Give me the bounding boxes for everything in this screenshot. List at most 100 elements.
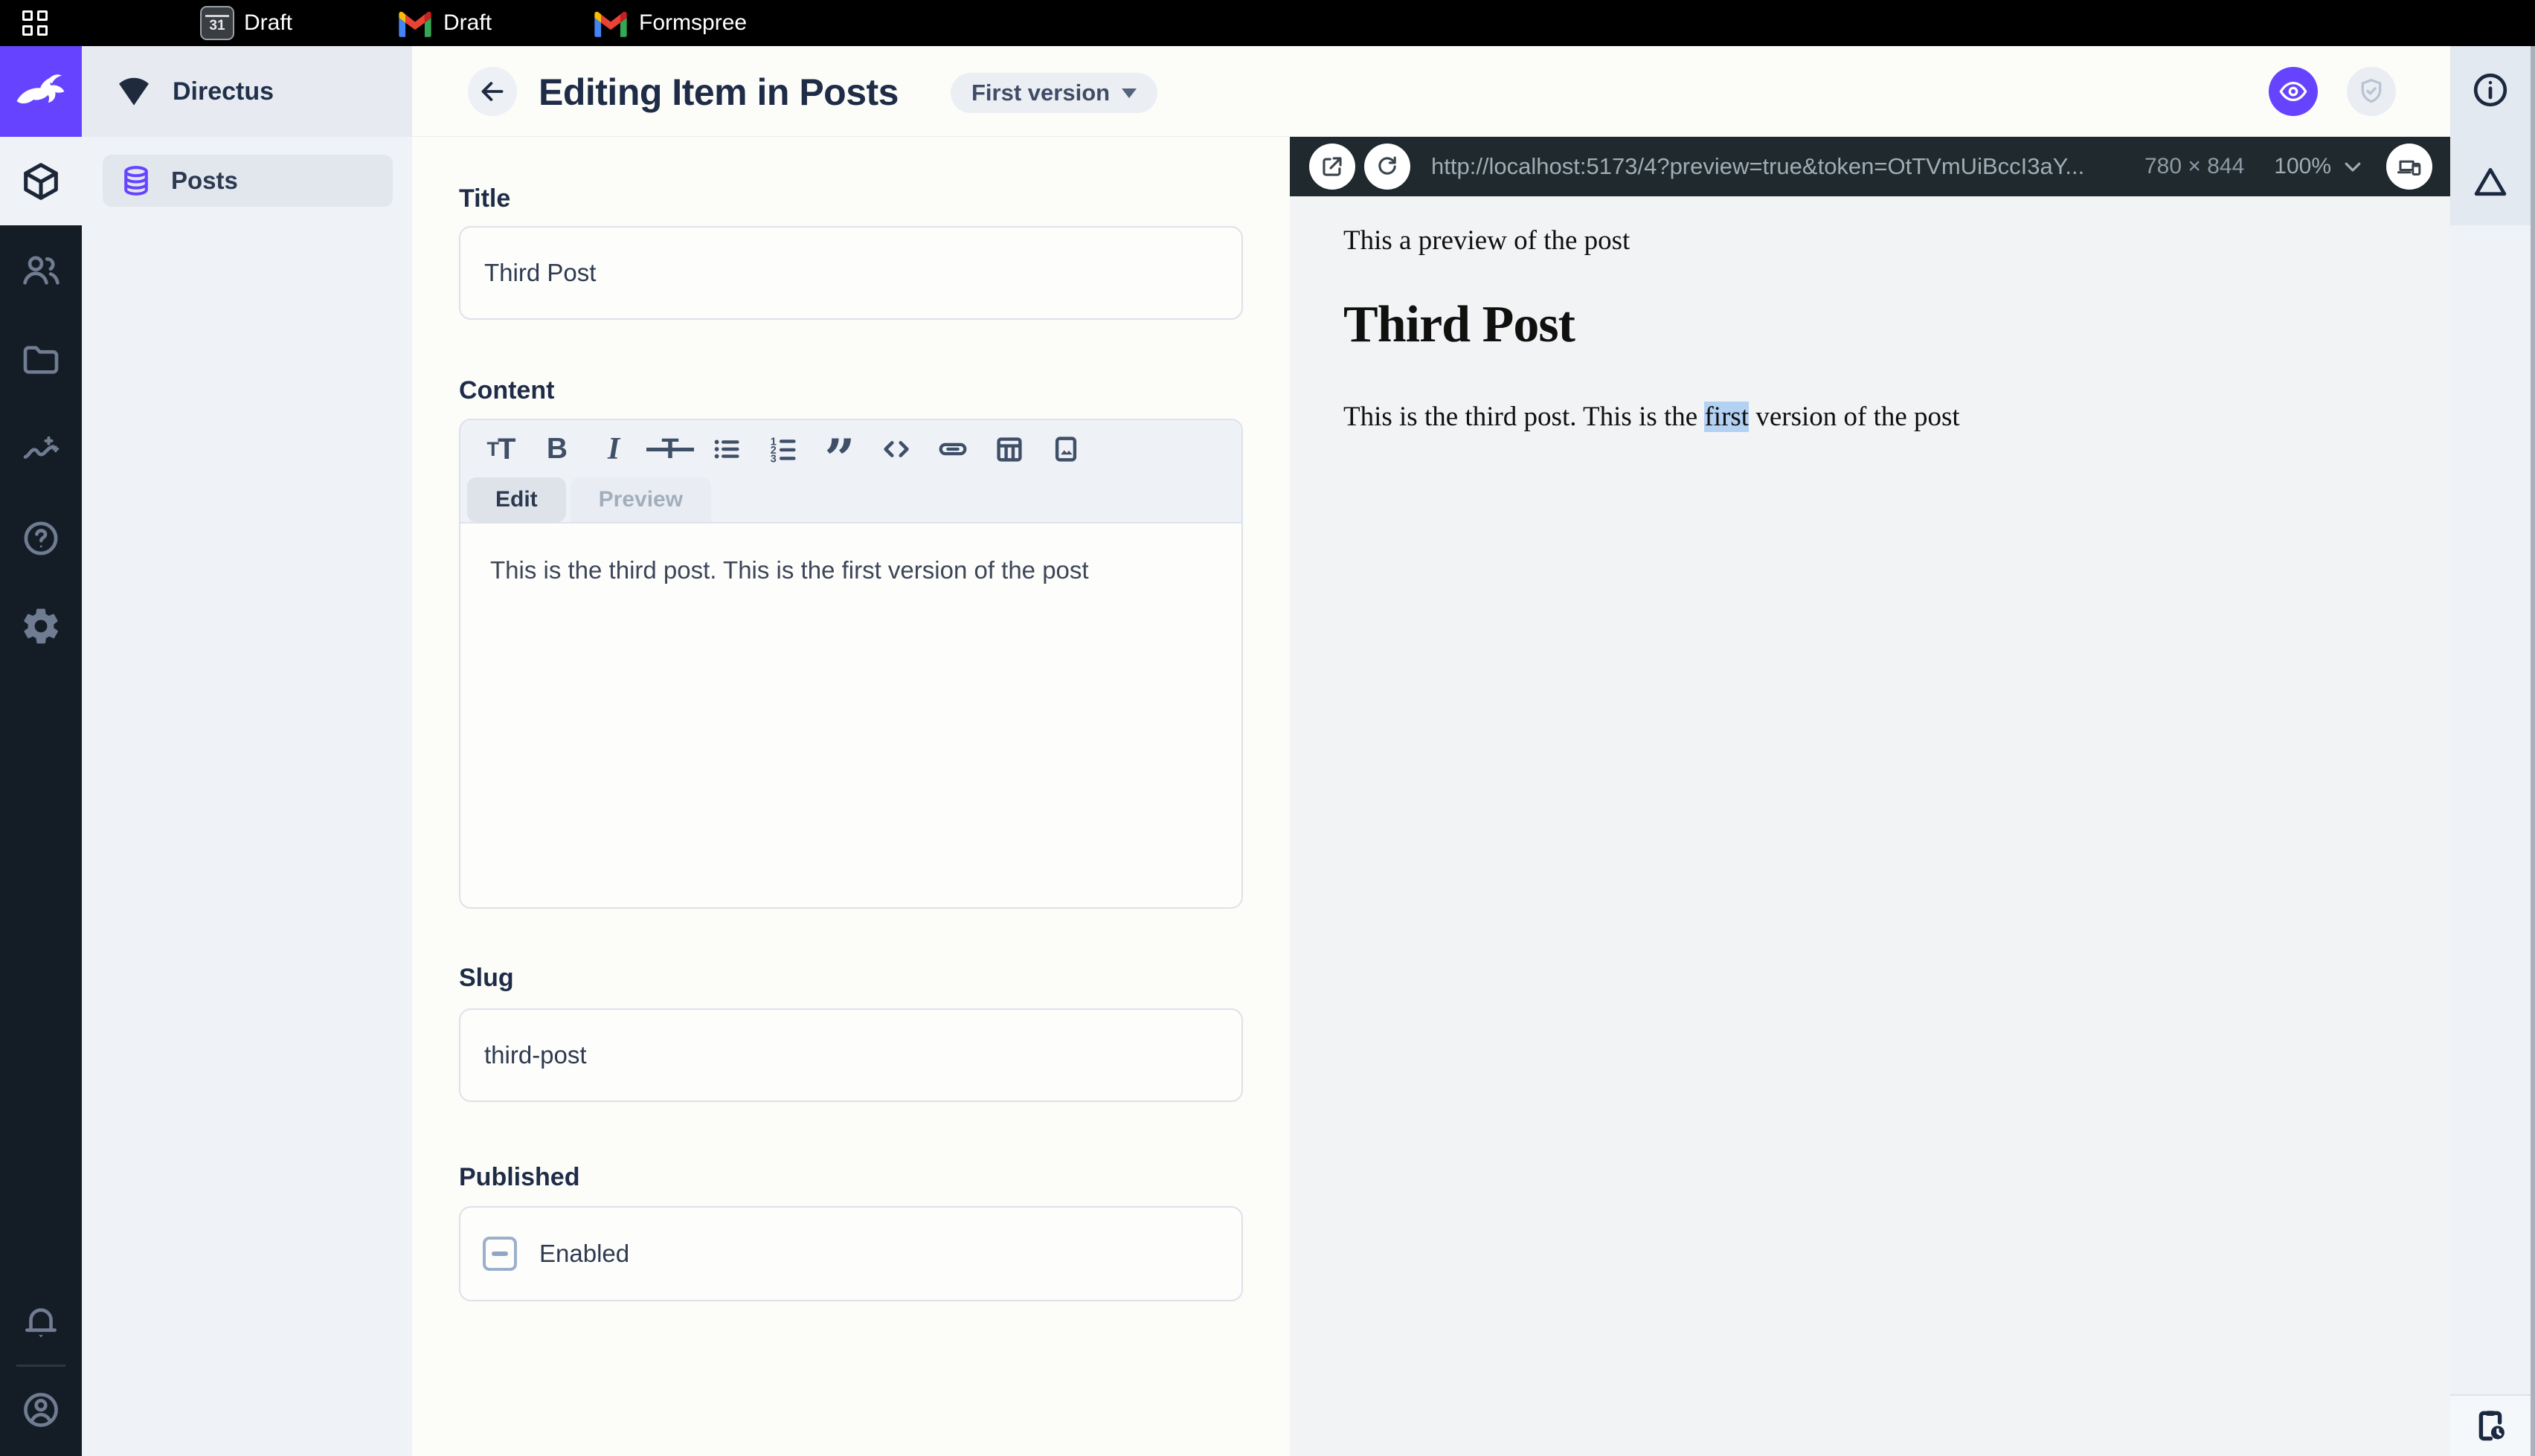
gmail-icon [594, 11, 627, 37]
live-preview-button[interactable] [2269, 67, 2318, 116]
gmail-icon [399, 11, 431, 37]
users-icon [23, 256, 60, 285]
right-sidebar-collapsed [2450, 46, 2535, 1456]
blockquote-icon[interactable]: ” [822, 428, 858, 486]
navigation-sidebar: Directus Posts [82, 46, 412, 1456]
editor-toolbar-area: TT B I T 1 2 3 ” Edit Preview [460, 420, 1241, 524]
warnings-button[interactable] [2450, 162, 2531, 202]
revisions-button[interactable] [2450, 1405, 2531, 1446]
back-button[interactable] [468, 67, 517, 116]
directus-logo-button[interactable] [0, 46, 82, 137]
link-icon[interactable] [935, 428, 971, 470]
svg-text:3: 3 [771, 453, 777, 465]
module-settings[interactable] [0, 605, 82, 647]
chevron-down-icon [1122, 88, 1137, 98]
topbar-tab-label: Draft [244, 10, 293, 35]
content-cube-icon [24, 162, 58, 200]
clipboard-clock-icon [2478, 1411, 2505, 1441]
module-insights[interactable] [0, 428, 82, 470]
title-field-label: Title [459, 184, 511, 213]
content-field-label: Content [459, 376, 555, 405]
module-content[interactable] [0, 137, 82, 225]
apps-grid-icon[interactable] [22, 10, 48, 36]
project-name: Directus [173, 77, 274, 106]
info-icon [2473, 73, 2507, 107]
account-button[interactable] [0, 1389, 82, 1431]
sidebar-item-label: Posts [171, 167, 238, 194]
topbar-tab-draft-calendar[interactable]: Draft [200, 6, 292, 40]
page-header: Editing Item in Posts First version [412, 46, 2450, 137]
version-label: First version [971, 80, 1111, 106]
published-checkbox-label: Enabled [539, 1240, 630, 1267]
italic-icon[interactable]: I [596, 428, 632, 470]
item-info-button[interactable] [2450, 70, 2531, 110]
project-header[interactable]: Directus [82, 46, 412, 137]
preview-post-heading: Third Post [1343, 296, 1575, 353]
strikethrough-icon[interactable]: T [646, 428, 694, 470]
bulleted-list-icon[interactable] [709, 428, 745, 470]
table-icon[interactable] [992, 428, 1027, 470]
permissions-button[interactable] [2347, 67, 2396, 116]
highlighted-text: first [1704, 402, 1750, 432]
preview-post-paragraph: This is the third post. This is the firs… [1343, 401, 2450, 433]
item-edit-form: Title Content TT B I T 1 2 [412, 137, 1290, 1456]
live-preview-pane: http://localhost:5173/4?preview=true&tok… [1290, 137, 2450, 1456]
image-icon[interactable] [1048, 428, 1084, 470]
insights-icon [23, 436, 60, 459]
device-size-button[interactable] [2386, 144, 2432, 190]
slug-field-label: Slug [459, 964, 514, 992]
editor-tabs: Edit Preview [467, 477, 712, 522]
shield-check-icon [2361, 79, 2382, 103]
gear-icon [24, 608, 58, 644]
project-logo-icon [119, 77, 149, 106]
slug-input[interactable] [459, 1008, 1243, 1102]
bold-icon[interactable]: B [539, 428, 575, 470]
refresh-preview-button[interactable] [1364, 144, 1410, 190]
arrow-left-icon [481, 82, 504, 101]
tab-preview[interactable]: Preview [570, 477, 712, 522]
os-top-bar: Draft Draft Formspree [0, 0, 2535, 46]
markdown-editor: TT B I T 1 2 3 ” Edit Preview This is th… [459, 419, 1243, 909]
preview-url-bar: http://localhost:5173/4?preview=true&tok… [1290, 137, 2450, 196]
published-field-label: Published [459, 1163, 580, 1191]
title-input[interactable] [459, 226, 1243, 320]
devices-icon [2397, 160, 2421, 175]
topbar-tab-draft-gmail[interactable]: Draft [396, 9, 492, 37]
help-icon [24, 521, 58, 555]
external-link-icon [1323, 157, 1342, 176]
format-size-icon[interactable]: TT [483, 428, 518, 470]
content-textarea[interactable]: This is the third post. This is the firs… [460, 524, 1241, 907]
user-avatar-icon [24, 1393, 58, 1427]
preview-zoom-control[interactable]: 100% [2274, 154, 2364, 179]
topbar-tab-label: Formspree [639, 10, 748, 35]
checkbox-indeterminate-icon[interactable] [483, 1237, 517, 1271]
module-users[interactable] [0, 250, 82, 291]
code-icon[interactable] [878, 428, 914, 470]
folder-icon [23, 346, 59, 374]
page-title: Editing Item in Posts [539, 71, 899, 113]
module-help[interactable] [0, 518, 82, 559]
paragraph-text: version of the post [1749, 402, 1960, 432]
topbar-tab-formspree[interactable]: Formspree [592, 9, 747, 37]
preview-url[interactable]: http://localhost:5173/4?preview=true&tok… [1431, 153, 2144, 180]
markdown-toolbar: TT B I T 1 2 3 ” [483, 426, 1084, 486]
published-toggle[interactable]: Enabled [459, 1206, 1243, 1301]
paragraph-text: This is the third post. This is the [1343, 402, 1705, 432]
warning-triangle-icon [2474, 167, 2507, 196]
module-bar [0, 46, 82, 1456]
preview-dimensions: 780 × 844 [2144, 154, 2245, 178]
preview-intro-text: This a preview of the post [1343, 225, 1630, 256]
notifications-button[interactable] [0, 1301, 82, 1343]
numbered-list-icon[interactable]: 1 2 3 [765, 428, 801, 470]
version-selector[interactable]: First version [951, 73, 1158, 113]
open-in-new-tab-button[interactable] [1309, 144, 1355, 190]
directus-rabbit-icon [16, 74, 65, 104]
sidebar-item-posts[interactable]: Posts [103, 155, 393, 207]
window-edge [2531, 46, 2535, 1456]
zoom-level: 100% [2274, 154, 2331, 178]
tab-edit[interactable]: Edit [467, 477, 566, 522]
calendar-icon [200, 6, 234, 40]
module-files[interactable] [0, 339, 82, 381]
bell-icon [25, 1308, 57, 1338]
chevron-down-icon [2345, 162, 2361, 172]
